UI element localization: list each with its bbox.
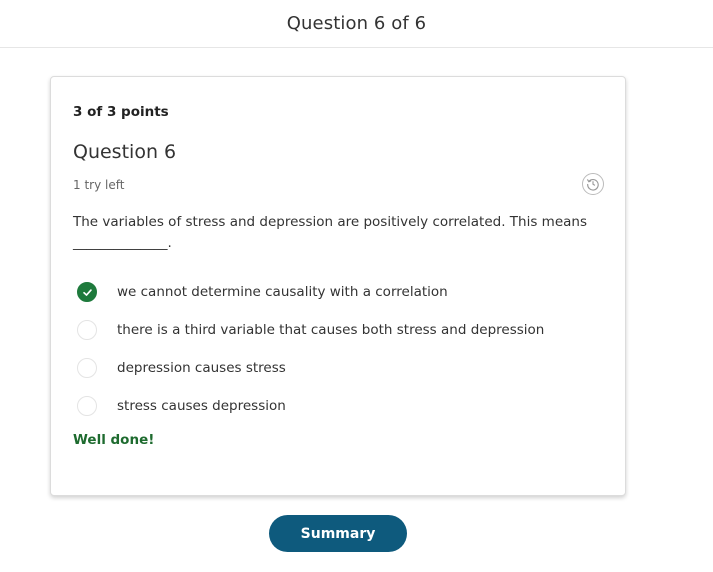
answer-option-3[interactable]: depression causes stress bbox=[77, 349, 597, 387]
answer-radio[interactable] bbox=[77, 396, 97, 416]
history-icon bbox=[586, 179, 599, 191]
checkmark-icon bbox=[82, 288, 92, 296]
answer-option-1[interactable]: we cannot determine causality with a cor… bbox=[77, 273, 597, 311]
answer-option-2[interactable]: there is a third variable that causes bo… bbox=[77, 311, 597, 349]
top-bar: Question 6 of 6 bbox=[0, 0, 713, 48]
feedback-message: Well done! bbox=[73, 432, 155, 448]
points-score: 3 of 3 points bbox=[73, 104, 169, 120]
answer-radio-selected[interactable] bbox=[77, 282, 97, 302]
answer-label: stress causes depression bbox=[117, 398, 286, 414]
tries-left: 1 try left bbox=[73, 178, 125, 192]
history-button[interactable] bbox=[582, 173, 604, 195]
answer-radio[interactable] bbox=[77, 358, 97, 378]
answer-label: there is a third variable that causes bo… bbox=[117, 322, 545, 338]
question-title: Question 6 bbox=[73, 141, 177, 163]
answer-option-4[interactable]: stress causes depression bbox=[77, 387, 597, 425]
answer-label: depression causes stress bbox=[117, 360, 286, 376]
question-stem: The variables of stress and depression a… bbox=[73, 214, 587, 251]
question-card: 3 of 3 points Question 6 1 try left The … bbox=[50, 76, 626, 496]
answer-radio[interactable] bbox=[77, 320, 97, 340]
answer-label: we cannot determine causality with a cor… bbox=[117, 284, 448, 300]
answer-options: we cannot determine causality with a cor… bbox=[77, 273, 597, 425]
progress-title: Question 6 of 6 bbox=[286, 13, 427, 34]
summary-button[interactable]: Summary bbox=[269, 515, 407, 552]
